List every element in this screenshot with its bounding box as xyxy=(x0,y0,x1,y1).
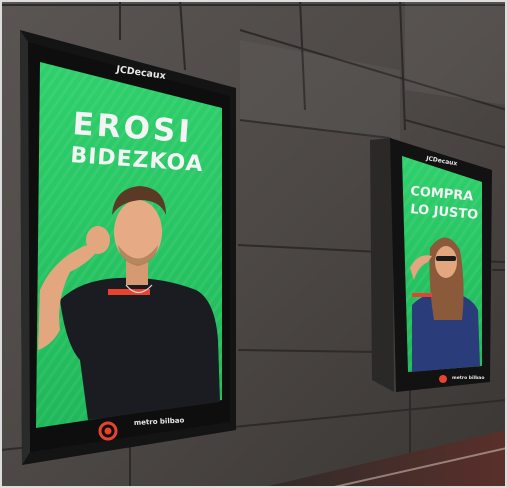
right-screen-housing xyxy=(370,138,394,392)
man-hand xyxy=(86,226,110,254)
woman-shirt-tag xyxy=(412,293,432,297)
woman-glasses xyxy=(436,256,456,261)
left-screen: EROSI BIDEZKOA JCDecaux metro bilbao xyxy=(20,30,236,465)
scene-svg: EROSI BIDEZKOA JCDecaux metro bilbao COM… xyxy=(0,0,507,488)
man-shirt-tag xyxy=(108,289,150,295)
wall-highlight xyxy=(405,0,507,105)
right-metro-logo xyxy=(439,375,447,383)
right-screen: COMPRA LO JUSTO JCDecaux metro bilbao xyxy=(370,138,492,392)
metro-station-photo: EROSI BIDEZKOA JCDecaux metro bilbao COM… xyxy=(0,0,507,488)
right-footer-logo-text: metro bilbao xyxy=(452,375,484,381)
woman-face xyxy=(435,246,457,278)
